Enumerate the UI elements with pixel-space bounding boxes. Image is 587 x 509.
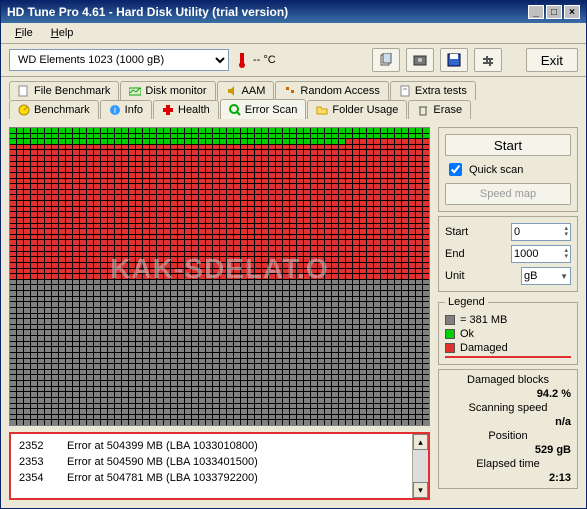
start-button[interactable]: Start <box>445 134 571 156</box>
legend-block-icon <box>445 315 455 325</box>
tab-random-access[interactable]: Random Access <box>275 81 388 100</box>
content-area: KAK-SDELAT.O 2352Error at 504399 MB (LBA… <box>1 119 586 508</box>
titlebar: HD Tune Pro 4.61 - Hard Disk Utility (tr… <box>1 1 586 23</box>
error-row[interactable]: 2352Error at 504399 MB (LBA 1033010800) <box>19 438 404 454</box>
quick-scan-checkbox[interactable]: Quick scan <box>445 160 571 179</box>
start-input[interactable]: 0▴▾ <box>511 223 571 241</box>
scroll-down-button[interactable]: ▾ <box>413 482 428 498</box>
settings-button[interactable] <box>474 48 502 72</box>
tab-aam[interactable]: AAM <box>217 81 275 100</box>
tab-extra-tests[interactable]: Extra tests <box>390 81 476 100</box>
tab-benchmark[interactable]: Benchmark <box>9 100 99 119</box>
tab-row-1: File Benchmark Disk monitor AAM Random A… <box>1 77 586 100</box>
tab-erase[interactable]: Erase <box>408 100 471 119</box>
svg-text:i: i <box>114 105 116 115</box>
legend-box: Legend = 381 MB Ok Damaged <box>438 296 578 365</box>
tab-disk-monitor[interactable]: Disk monitor <box>120 81 215 100</box>
tab-info[interactable]: iInfo <box>100 100 152 119</box>
thermometer-icon <box>235 51 249 69</box>
menu-help[interactable]: Help <box>43 25 82 41</box>
window-controls: _ □ × <box>528 5 580 19</box>
maximize-button[interactable]: □ <box>546 5 562 19</box>
end-input[interactable]: 1000▴▾ <box>511 245 571 263</box>
unit-label: Unit <box>445 270 465 282</box>
tab-error-scan[interactable]: Error Scan <box>220 99 307 119</box>
app-window: HD Tune Pro 4.61 - Hard Disk Utility (tr… <box>0 0 587 509</box>
copy-button[interactable] <box>372 48 400 72</box>
scroll-track[interactable] <box>413 450 428 482</box>
menu-file[interactable]: File <box>7 25 41 41</box>
start-label: Start <box>445 226 468 238</box>
scan-grid: KAK-SDELAT.O <box>9 127 430 426</box>
close-button[interactable]: × <box>564 5 580 19</box>
unit-select[interactable]: gB▼ <box>521 267 571 285</box>
window-title: HD Tune Pro 4.61 - Hard Disk Utility (tr… <box>7 5 288 19</box>
error-list-box: 2352Error at 504399 MB (LBA 1033010800)2… <box>9 432 430 500</box>
legend-ok-icon <box>445 329 455 339</box>
scroll-up-button[interactable]: ▴ <box>413 434 428 450</box>
stats-panel: Damaged blocks 94.2 % Scanning speed n/a… <box>438 369 578 489</box>
screenshot-button[interactable] <box>406 48 434 72</box>
tab-file-benchmark[interactable]: File Benchmark <box>9 81 119 100</box>
minimize-button[interactable]: _ <box>528 5 544 19</box>
tab-row-2: Benchmark iInfo Health Error Scan Folder… <box>1 100 586 119</box>
save-button[interactable] <box>440 48 468 72</box>
tab-folder-usage[interactable]: Folder Usage <box>307 100 407 119</box>
toolbar: WD Elements 1023 (1000 gB) -- °C Exit <box>1 44 586 77</box>
tab-health[interactable]: Health <box>153 100 219 119</box>
error-row[interactable]: 2353Error at 504590 MB (LBA 1033401500) <box>19 454 404 470</box>
error-list: 2352Error at 504399 MB (LBA 1033010800)2… <box>11 434 412 498</box>
menubar: File Help <box>1 23 586 44</box>
temperature-display: -- °C <box>235 51 276 69</box>
drive-select[interactable]: WD Elements 1023 (1000 gB) <box>9 49 229 71</box>
end-label: End <box>445 248 465 260</box>
speed-map-button: Speed map <box>445 183 571 205</box>
error-scrollbar: ▴ ▾ <box>412 434 428 498</box>
legend-damaged-icon <box>445 343 455 353</box>
error-row[interactable]: 2354Error at 504781 MB (LBA 1033792200) <box>19 470 404 486</box>
exit-button[interactable]: Exit <box>526 48 578 72</box>
